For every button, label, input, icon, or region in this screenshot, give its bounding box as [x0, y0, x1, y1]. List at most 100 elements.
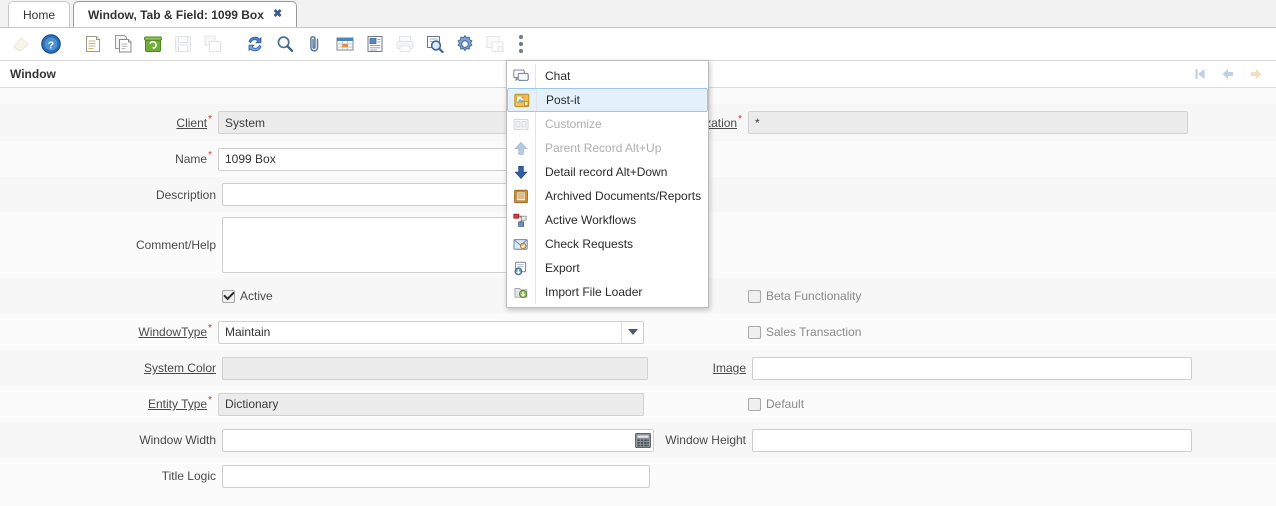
menu-item-label: Archived Documents/Reports	[537, 189, 701, 203]
beta-functionality-checkbox[interactable]: Beta Functionality	[748, 289, 861, 303]
entity-type-label: Entity Type*	[0, 397, 218, 411]
help-icon[interactable]: ?	[36, 30, 66, 58]
toolbar: ?	[0, 28, 1276, 61]
menu-item-label: Detail record Alt+Down	[537, 165, 667, 179]
next-record-icon[interactable]	[1248, 66, 1264, 82]
image-label: Image	[650, 361, 752, 375]
menu-icon-divider	[535, 112, 536, 136]
window-width-label: Window Width	[0, 433, 222, 447]
required-marker: *	[208, 395, 212, 406]
form-view-icon[interactable]	[360, 30, 390, 58]
beta-functionality-label: Beta Functionality	[766, 289, 861, 303]
menu-icon-divider	[535, 208, 536, 232]
kebab-dot	[519, 49, 523, 53]
calculator-icon[interactable]	[634, 432, 652, 449]
checkbox-box	[748, 290, 761, 303]
menu-item-post-it[interactable]: Post-it	[507, 88, 708, 112]
required-marker: *	[738, 114, 742, 125]
menu-item-label: Parent Record Alt+Up	[537, 141, 661, 155]
menu-item-label: Active Workflows	[537, 213, 636, 227]
check-requests-icon	[511, 235, 531, 253]
required-marker: *	[208, 323, 212, 334]
menu-item-label: Customize	[537, 117, 602, 131]
find-icon[interactable]	[270, 30, 300, 58]
menu-icon-divider	[535, 136, 536, 160]
form-row-window-type: WindowType* Maintain Sales Transaction	[0, 314, 1276, 350]
attachment-icon[interactable]	[300, 30, 330, 58]
close-icon[interactable]: ✖	[273, 9, 282, 20]
active-label: Active	[240, 289, 273, 303]
checkbox-box	[222, 290, 235, 303]
organization-field[interactable]: *	[748, 111, 1188, 134]
save-icon[interactable]	[168, 30, 198, 58]
active-checkbox[interactable]: Active	[222, 289, 273, 303]
comment-help-label: Comment/Help	[0, 238, 222, 252]
customize-icon	[511, 115, 531, 133]
tab-label: Window, Tab & Field: 1099 Box	[88, 8, 264, 22]
form-row-title-logic: Title Logic	[0, 458, 1276, 494]
image-field[interactable]	[752, 357, 1192, 380]
archive-icon	[511, 187, 531, 205]
entity-type-field[interactable]: Dictionary	[218, 393, 644, 416]
tab-window-tab-field[interactable]: Window, Tab & Field: 1099 Box ✖	[73, 1, 297, 27]
menu-item-label: Post-it	[538, 93, 580, 107]
kebab-dot	[519, 42, 523, 46]
arrow-down-icon	[511, 163, 531, 181]
menu-item-export[interactable]: Export	[507, 256, 708, 280]
menu-icon-divider	[535, 280, 536, 304]
menu-item-import-file-loader[interactable]: Import File Loader	[507, 280, 708, 304]
print-icon[interactable]	[390, 30, 420, 58]
record-navigation	[1192, 66, 1266, 82]
title-logic-label: Title Logic	[0, 469, 222, 483]
window-height-label: Window Height	[650, 433, 752, 447]
menu-item-archived-documents[interactable]: Archived Documents/Reports	[507, 184, 708, 208]
description-label: Description	[0, 188, 222, 202]
title-logic-field[interactable]	[222, 465, 650, 488]
sales-transaction-checkbox[interactable]: Sales Transaction	[748, 325, 861, 339]
window-type-value: Maintain	[219, 322, 621, 343]
menu-icon-divider	[535, 232, 536, 256]
ignore-changes-icon[interactable]	[6, 30, 36, 58]
checkbox-box	[748, 326, 761, 339]
menu-item-label: Import File Loader	[537, 285, 642, 299]
menu-icon-divider	[535, 64, 536, 88]
chat-icon	[511, 67, 531, 85]
previous-record-icon[interactable]	[1220, 66, 1236, 82]
kebab-dot	[519, 35, 523, 39]
first-record-icon[interactable]	[1192, 66, 1208, 82]
menu-item-active-workflows[interactable]: Active Workflows	[507, 208, 708, 232]
new-record-icon[interactable]	[78, 30, 108, 58]
preference-icon[interactable]	[450, 30, 480, 58]
form-row-system-color: System Color Image	[0, 350, 1276, 386]
page-title: Window	[10, 67, 56, 81]
refresh-icon[interactable]	[240, 30, 270, 58]
window-type-label: WindowType*	[0, 325, 218, 339]
grid-toggle-icon[interactable]	[330, 30, 360, 58]
svg-text:?: ?	[48, 39, 54, 51]
copy-record-icon[interactable]	[108, 30, 138, 58]
zoom-across-icon[interactable]	[420, 30, 450, 58]
menu-item-check-requests[interactable]: Check Requests	[507, 232, 708, 256]
delete-record-icon[interactable]	[138, 30, 168, 58]
name-label: Name*	[0, 152, 218, 166]
menu-item-parent-record[interactable]: Parent Record Alt+Up	[507, 136, 708, 160]
tab-home[interactable]: Home	[8, 1, 70, 27]
tab-label: Home	[23, 8, 55, 22]
chevron-down-icon[interactable]	[621, 322, 643, 343]
arrow-up-icon	[511, 139, 531, 157]
checkbox-box	[748, 398, 761, 411]
window-width-field[interactable]: 0	[222, 429, 654, 452]
menu-item-label: Check Requests	[537, 237, 633, 251]
menu-icon-divider	[536, 89, 537, 111]
menu-item-detail-record[interactable]: Detail record Alt+Down	[507, 160, 708, 184]
window-type-select[interactable]: Maintain	[218, 321, 644, 344]
window-height-field[interactable]	[752, 429, 1192, 452]
report-icon[interactable]	[480, 30, 510, 58]
save-create-new-icon[interactable]	[198, 30, 228, 58]
default-checkbox[interactable]: Default	[748, 397, 804, 411]
more-actions-kebab[interactable]	[510, 30, 532, 58]
required-marker: *	[208, 114, 212, 125]
menu-item-chat[interactable]: Chat	[507, 64, 708, 88]
system-color-field[interactable]	[222, 357, 648, 380]
menu-item-customize[interactable]: Customize	[507, 112, 708, 136]
